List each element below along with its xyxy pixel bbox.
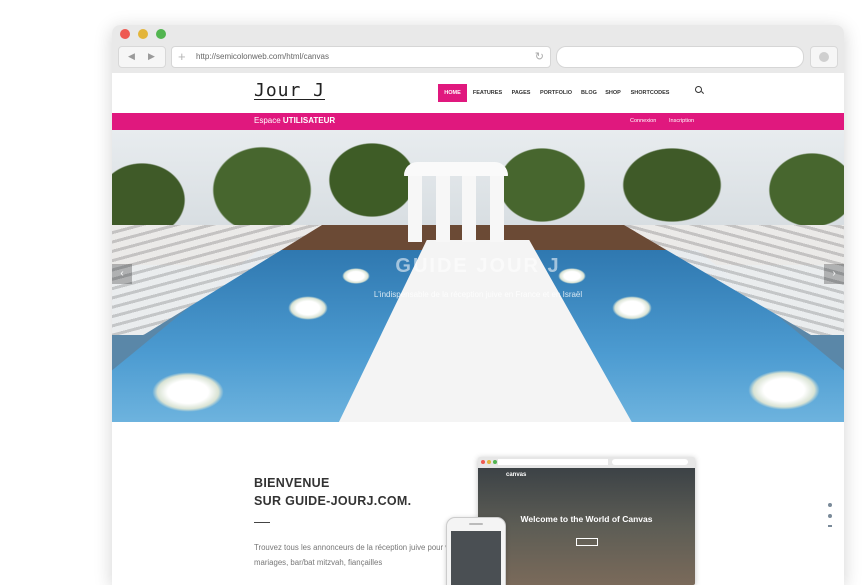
extension-icon [819,52,829,62]
flower-arrangement [612,296,652,320]
desktop-mockup: canvas Welcome to the World of Canvas [478,457,695,585]
reload-icon[interactable]: ↻ [535,50,544,63]
extension-button[interactable] [810,46,838,68]
hero-slider: GUIDE JOUR J L'indispensable de la récep… [112,130,844,422]
divider [254,522,270,523]
menu-item-pages[interactable]: PAGES [510,84,532,102]
slider-prev-icon[interactable]: ‹ [112,264,132,284]
chuppah-curtain [462,176,476,242]
mockup-maximize-icon [493,460,497,464]
user-bar: Espace UTILISATEUR Connexion Inscription [112,113,844,130]
address-bar[interactable]: + http://semicolonweb.com/html/canvas ↻ [171,46,551,68]
welcome-line-1: BIENVENUE [254,476,330,490]
chuppah-top [404,162,508,176]
mockup-address-bar [498,459,608,465]
forward-icon[interactable]: ▶ [148,51,155,62]
back-icon[interactable]: ◀ [128,51,135,62]
user-space-label: Espace UTILISATEUR [254,116,335,125]
address-url: http://semicolonweb.com/html/canvas [196,52,329,61]
menu-item-blog[interactable]: BLOG [580,84,598,102]
scroll-dot[interactable] [828,514,832,518]
phone-screen [451,531,501,585]
chuppah-curtain [490,176,504,242]
mockup-screen: canvas Welcome to the World of Canvas [478,468,695,585]
welcome-heading: BIENVENUE SUR GUIDE-JOURJ.COM. [254,474,411,510]
mockup-search-bar [612,459,688,465]
welcome-section: BIENVENUE SUR GUIDE-JOURJ.COM. Trouvez t… [112,422,844,585]
chuppah-curtain [408,176,422,242]
site-logo[interactable]: Jour J [254,82,326,100]
register-link[interactable]: Inscription [669,118,694,124]
browser-window: ◀ ▶ + http://semicolonweb.com/html/canva… [112,25,844,585]
menu-item-home[interactable]: HOME [438,84,467,102]
chuppah-curtain [436,176,450,242]
scroll-dot-active[interactable] [828,525,832,527]
minimize-window-icon[interactable] [138,29,148,39]
hero-title: GUIDE JOUR J [395,255,561,277]
close-window-icon[interactable] [120,29,130,39]
site-header: Jour J HOME FEATURES PAGES PORTFOLIO BLO… [112,73,844,113]
menu-item-shop[interactable]: SHOP [604,84,622,102]
menu-item-shortcodes[interactable]: SHORTCODES [628,84,672,102]
phone-speaker [469,523,483,525]
menu-item-portfolio[interactable]: PORTFOLIO [538,84,574,102]
new-tab-icon[interactable]: + [178,49,186,64]
login-link[interactable]: Connexion [630,118,656,124]
user-space-prefix: Espace [254,116,283,125]
user-space-strong: UTILISATEUR [282,116,336,125]
flower-arrangement [152,372,224,412]
mockup-brand: canvas [506,472,527,478]
history-buttons: ◀ ▶ [118,46,166,68]
flower-arrangement [288,296,328,320]
mockup-title: Welcome to the World of Canvas [520,514,653,524]
mockup-minimize-icon [487,460,491,464]
maximize-window-icon[interactable] [156,29,166,39]
page-scroll-dots [828,500,834,530]
browser-search-input[interactable] [556,46,804,68]
phone-mockup [446,517,506,585]
welcome-paragraph: Trouvez tous les annonceurs de la récept… [254,543,458,567]
hero-subtitle: L'indispensable de la réception juive en… [373,290,583,299]
flower-arrangement [748,370,820,410]
mockup-browser-bar [478,457,695,468]
mockup-button [576,538,598,546]
slider-next-icon[interactable]: › [824,264,844,284]
search-icon[interactable] [695,86,702,93]
scroll-dot[interactable] [828,503,832,507]
mockup-close-icon [481,460,485,464]
browser-chrome: ◀ ▶ + http://semicolonweb.com/html/canva… [112,25,844,74]
hero-chuppah [404,152,508,242]
welcome-line-2: SUR GUIDE-JOURJ.COM. [254,494,412,508]
menu-item-features[interactable]: FEATURES [471,84,504,102]
